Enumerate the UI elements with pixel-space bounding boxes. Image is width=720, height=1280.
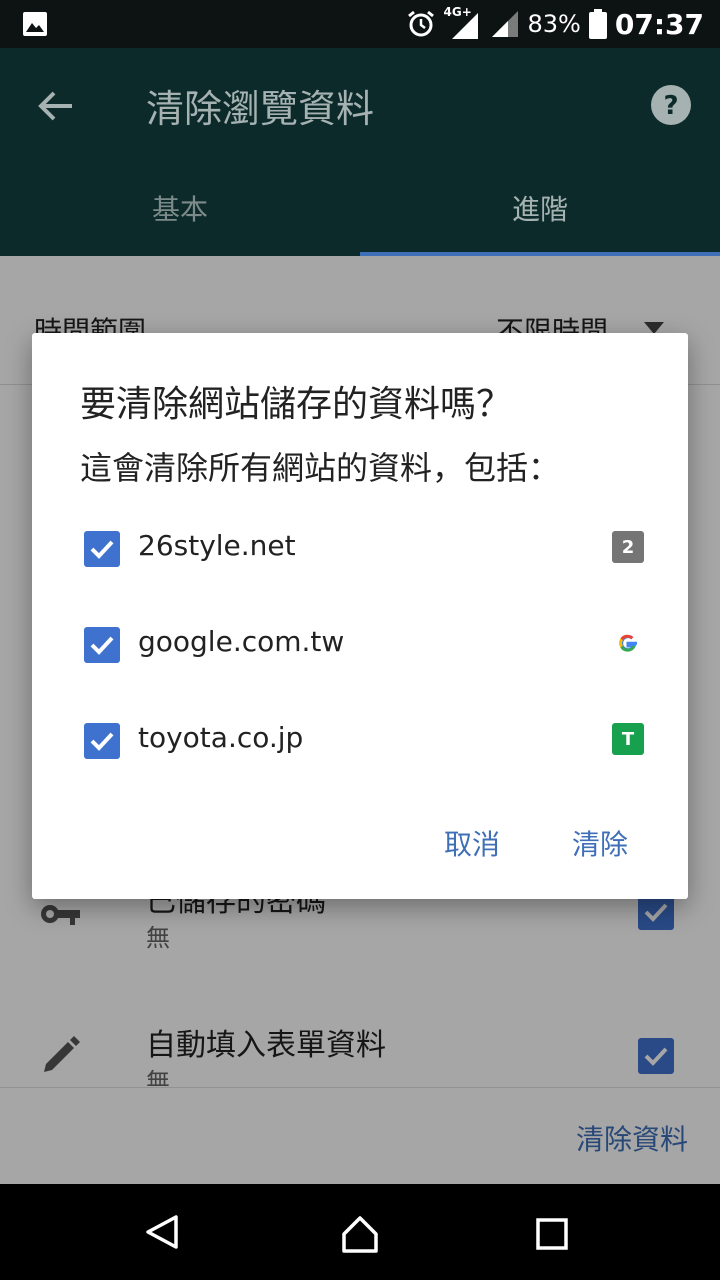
clear-site-data-dialog: 要清除網站儲存的資料嗎？ 這會清除所有網站的資料，包括： 26style.net… [32, 333, 688, 899]
mobile-signal-icon: 4G+ [444, 5, 482, 41]
svg-text:?: ? [663, 91, 678, 121]
check-icon [90, 636, 114, 655]
site-checkbox[interactable] [84, 531, 120, 567]
site-name: toyota.co.jp [138, 721, 304, 754]
site-name: 26style.net [138, 529, 296, 562]
google-icon [612, 627, 644, 659]
dialog-actions: 取消 清除 [444, 823, 628, 863]
check-icon [90, 540, 114, 559]
alarm-icon [407, 10, 434, 37]
nav-home-icon[interactable] [340, 1214, 380, 1254]
help-icon[interactable]: ? [650, 84, 692, 126]
tab-basic[interactable]: 基本 [0, 160, 360, 256]
site-row-toyota[interactable]: toyota.co.jp T [84, 719, 644, 767]
page-title: 清除瀏覽資料 [146, 87, 375, 131]
site-checkbox[interactable] [84, 723, 120, 759]
back-arrow-icon[interactable] [34, 84, 78, 128]
nav-back-icon[interactable] [144, 1214, 180, 1250]
battery-icon [588, 9, 607, 39]
site-row-google[interactable]: google.com.tw [84, 623, 644, 671]
site-name: google.com.tw [138, 625, 345, 658]
site-favicon-icon: 2 [612, 531, 644, 563]
site-checkbox[interactable] [84, 627, 120, 663]
system-nav-bar [0, 1184, 720, 1280]
battery-percentage: 83% [527, 10, 581, 38]
clear-button[interactable]: 清除 [572, 823, 628, 863]
check-icon [90, 732, 114, 751]
tab-bar: 基本 進階 [0, 160, 720, 256]
image-notification-icon [23, 12, 47, 36]
dialog-subtitle: 這會清除所有網站的資料，包括： [80, 449, 561, 487]
signal-icon [491, 11, 518, 37]
tab-advanced[interactable]: 進階 [360, 160, 720, 256]
clock: 07:37 [614, 7, 704, 41]
cancel-button[interactable]: 取消 [444, 823, 500, 863]
nav-recents-icon[interactable] [536, 1218, 568, 1250]
site-row-26style[interactable]: 26style.net 2 [84, 527, 644, 575]
status-bar: 4G+ 83% 07:37 [0, 0, 720, 48]
site-favicon-icon: T [612, 723, 644, 755]
app-bar: 清除瀏覽資料 ? 基本 進階 [0, 48, 720, 256]
dialog-title: 要清除網站儲存的資料嗎？ [80, 384, 513, 425]
